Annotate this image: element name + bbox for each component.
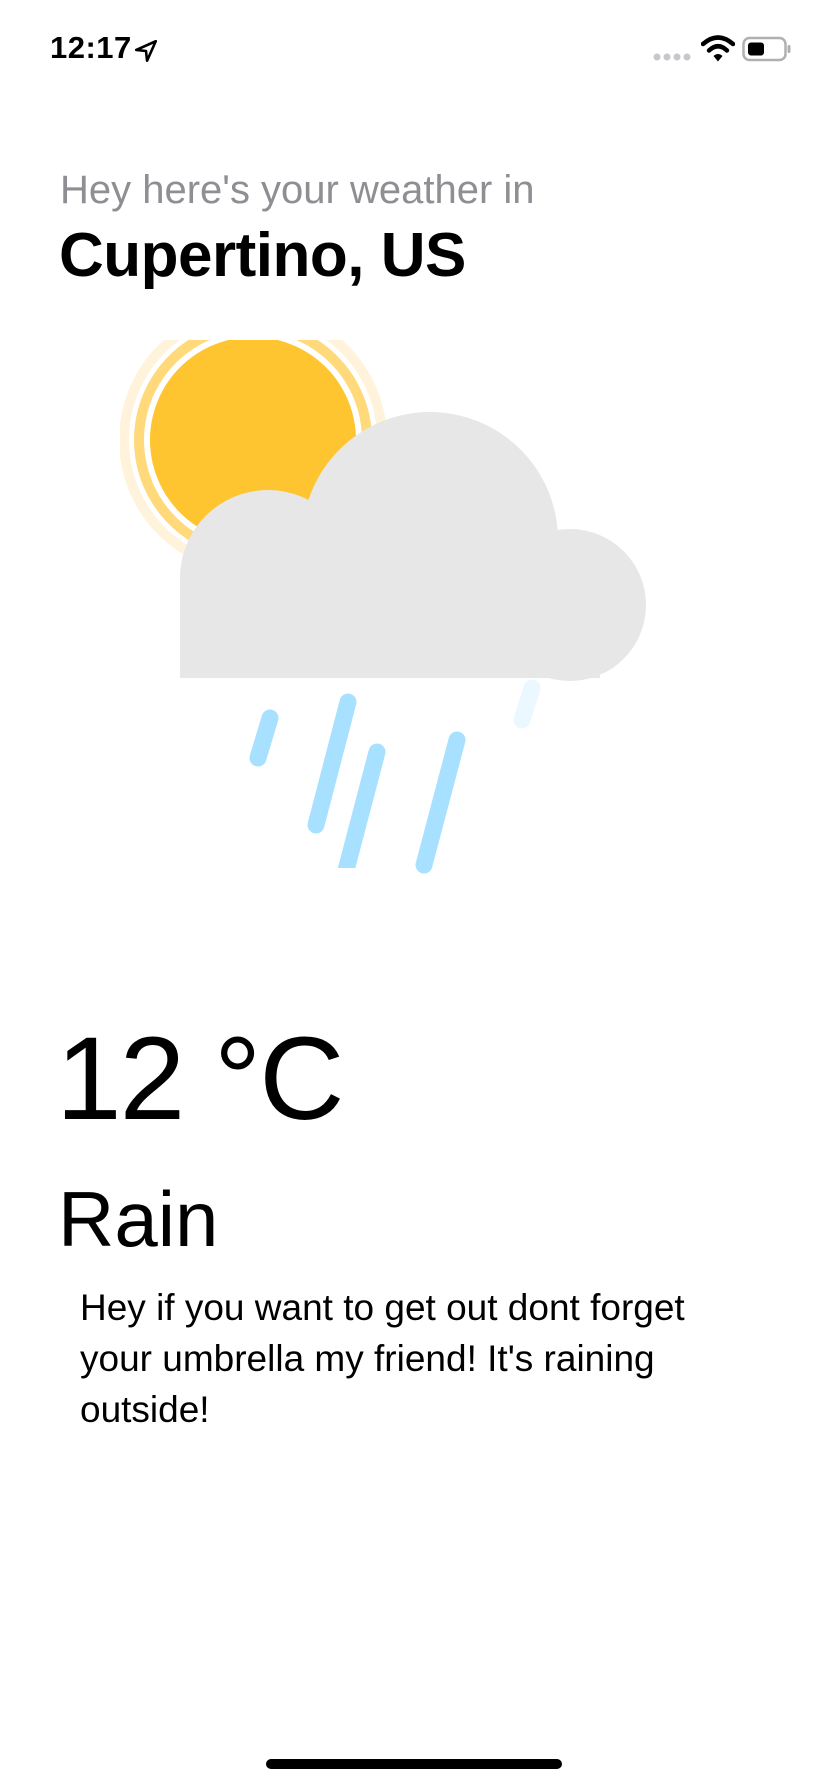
weather-condition: Rain (58, 1175, 219, 1263)
city-title: Cupertino, US (59, 221, 466, 290)
signal-dots-icon (653, 53, 691, 61)
status-bar: 12:17 (0, 0, 828, 100)
wifi-icon (701, 35, 735, 62)
temperature-value: 12 °C (56, 1013, 344, 1145)
sun-cloud-rain-icon (120, 340, 646, 908)
location-arrow-icon (134, 39, 158, 63)
rain-drops (249, 679, 541, 883)
home-indicator[interactable] (266, 1759, 562, 1769)
weather-intro-text: Hey here's your weather in (60, 168, 535, 212)
battery-icon (742, 36, 791, 62)
weather-message: Hey if you want to get out dont forget y… (80, 1287, 685, 1430)
status-time: 12:17 (50, 30, 132, 65)
